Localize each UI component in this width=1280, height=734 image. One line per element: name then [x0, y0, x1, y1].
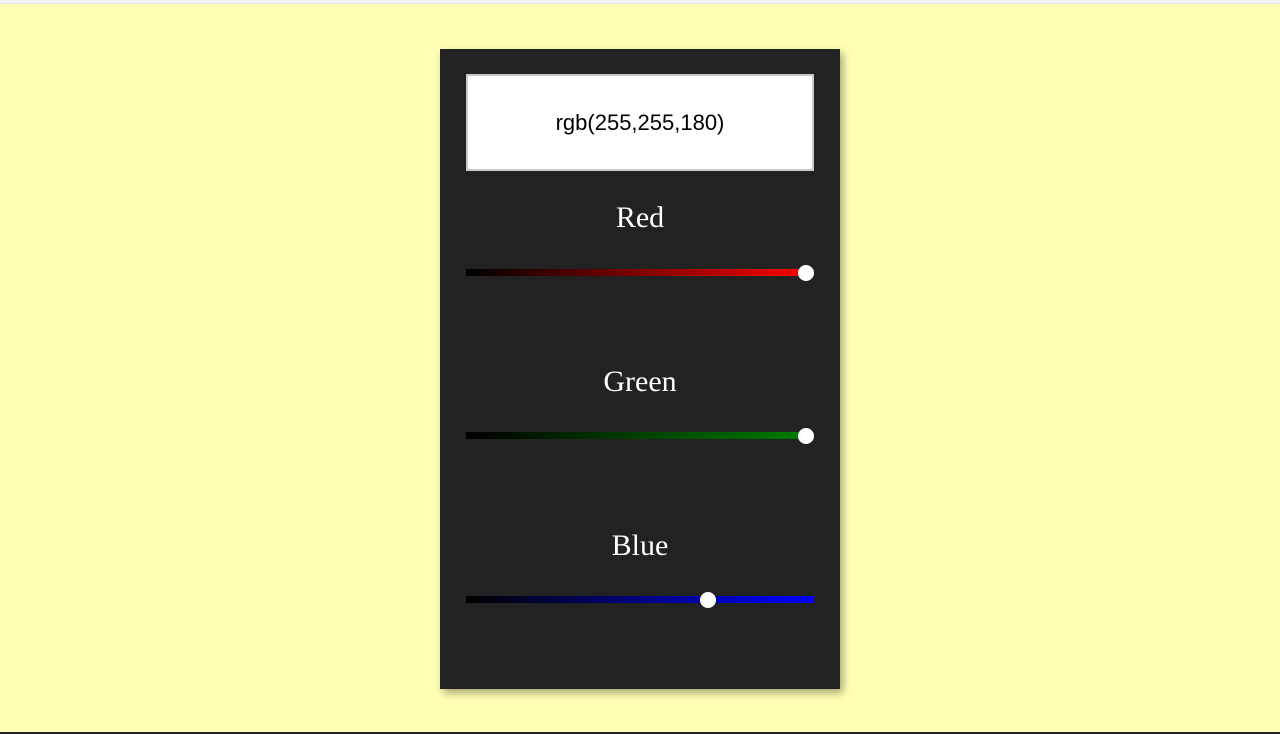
red-slider-thumb[interactable] — [798, 264, 814, 281]
red-slider[interactable] — [466, 264, 814, 281]
green-slider[interactable] — [466, 427, 814, 444]
blue-slider[interactable] — [466, 591, 814, 608]
top-divider — [0, 0, 1280, 4]
color-value-display: rgb(255,255,180) — [466, 74, 814, 171]
green-slider-label: Green — [603, 365, 677, 398]
color-picker-panel: rgb(255,255,180) Red Green Blue — [440, 49, 840, 689]
blue-slider-label: Blue — [611, 529, 669, 562]
blue-slider-thumb[interactable] — [700, 591, 717, 608]
red-slider-label: Red — [615, 201, 665, 234]
green-slider-thumb[interactable] — [798, 427, 814, 444]
